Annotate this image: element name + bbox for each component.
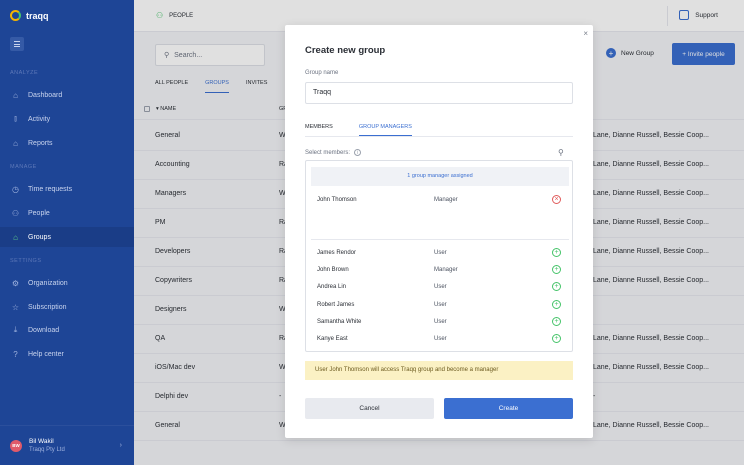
sidebar-item-label: Dashboard [28, 91, 63, 99]
chevron-right-icon[interactable]: › [120, 442, 122, 449]
activity-icon: ⫾ [14, 114, 17, 123]
home-icon: ⌂ [13, 90, 18, 100]
member-row[interactable]: John Brown Manager + [317, 263, 563, 280]
assigned-member-row: John Thomson Manager × [317, 193, 563, 210]
member-row[interactable]: James Rendor User + [317, 246, 563, 263]
star-icon: ☆ [11, 302, 20, 312]
add-icon[interactable]: + [552, 265, 561, 275]
sidebar-item-dashboard[interactable]: ⌂ Dashboard [0, 85, 134, 105]
sidebar-item-organization[interactable]: ⚙ Organization [0, 273, 134, 293]
help-icon: ? [13, 349, 18, 359]
member-name: Samantha White [317, 318, 362, 325]
member-role: User [434, 301, 447, 308]
remove-icon[interactable]: × [552, 195, 561, 204]
member-row[interactable]: Kanye East User + [317, 332, 563, 349]
tab-group-managers[interactable]: GROUP MANAGERS [358, 124, 412, 136]
brand[interactable]: traqq [10, 10, 49, 21]
section-settings: SETTINGS [10, 258, 42, 264]
gear-icon: ⚙ [11, 278, 20, 288]
sidebar-item-label: Organization [28, 279, 68, 287]
member-row[interactable]: Robert James User + [317, 298, 563, 315]
cancel-button[interactable]: Cancel [305, 398, 434, 419]
member-role: User [434, 318, 447, 325]
member-name: Andrea Lin [317, 284, 347, 291]
sidebar-item-label: Activity [28, 115, 51, 123]
divider [311, 239, 569, 240]
sidebar-item-label: Download [28, 326, 60, 334]
sidebar-item-label: People [28, 209, 50, 217]
member-name: Robert James [317, 301, 355, 308]
section-manage: MANAGE [10, 164, 37, 170]
add-icon[interactable]: + [552, 299, 561, 309]
create-button[interactable]: Create [444, 398, 573, 419]
group-name-label: Group name [305, 70, 339, 76]
member-name: Kanye East [317, 336, 348, 342]
sidebar-item-people[interactable]: ⚇ People [0, 203, 134, 223]
section-analyze: ANALYZE [10, 70, 39, 76]
menu-toggle-icon[interactable] [10, 37, 24, 51]
member-name: John Thomson [317, 197, 357, 203]
people-icon: ⚇ [11, 208, 20, 218]
sidebar-item-label: Time requests [28, 185, 73, 193]
member-name: John Brown [317, 267, 349, 274]
tab-members[interactable]: MEMBERS [305, 124, 333, 136]
member-row[interactable]: Samantha White User + [317, 315, 563, 332]
assigned-count: 1 group manager assigned [311, 167, 569, 186]
close-icon[interactable]: × [583, 29, 588, 38]
add-icon[interactable]: + [552, 334, 561, 343]
sidebar-item-label: Groups [28, 233, 51, 241]
reports-icon: ⌂ [13, 138, 18, 148]
search-icon[interactable]: ⚲ [558, 148, 564, 157]
sidebar-item-label: Subscription [28, 303, 67, 311]
avatar: BW [10, 439, 22, 452]
member-role: User [434, 336, 447, 342]
select-members-label: Select members: i [305, 149, 362, 156]
modal-title: Create new group [305, 45, 386, 56]
sidebar-item-time-requests[interactable]: ◷ Time requests [0, 179, 134, 199]
user-menu[interactable]: BW Bil Wakil Traqq Pty Ltd › [0, 425, 134, 465]
members-list[interactable]: 1 group manager assigned John Thomson Ma… [305, 160, 573, 352]
member-name: James Rendor [317, 250, 357, 256]
sidebar-item-reports[interactable]: ⌂ Reports [0, 133, 134, 153]
sidebar-item-groups[interactable]: ⌂ Groups [0, 227, 134, 247]
clock-icon: ◷ [12, 184, 19, 194]
sidebar-item-label: Reports [28, 139, 53, 147]
user-name: Bil Wakil [29, 438, 54, 445]
sidebar: traqq ANALYZE ⌂ Dashboard ⫾ Activity ⌂ R… [0, 0, 134, 465]
sidebar-item-subscription[interactable]: ☆ Subscription [0, 297, 134, 317]
groups-icon: ⌂ [13, 232, 18, 242]
member-role: User [434, 284, 447, 291]
member-row[interactable]: Andrea Lin User + [317, 280, 563, 297]
group-name-field[interactable]: Traqq [305, 82, 573, 104]
modal-tabs: MEMBERS GROUP MANAGERS [305, 124, 573, 137]
add-icon[interactable]: + [552, 351, 561, 352]
sidebar-item-label: Help center [28, 350, 64, 358]
sidebar-item-help-center[interactable]: ? Help center [0, 344, 134, 364]
add-icon[interactable]: + [552, 282, 561, 292]
member-role: Manager [434, 267, 458, 274]
user-company: Traqq Pty Ltd [29, 447, 65, 453]
info-icon[interactable]: i [354, 149, 362, 156]
brand-name: traqq [26, 10, 49, 21]
sidebar-item-activity[interactable]: ⫾ Activity [0, 109, 134, 129]
create-group-modal: × Create new group Group name Traqq MEMB… [285, 25, 593, 438]
sidebar-item-download[interactable]: ⤓ Download [0, 320, 134, 340]
add-icon[interactable]: + [552, 316, 561, 326]
download-icon: ⤓ [13, 325, 18, 334]
member-role: Manager [434, 197, 458, 203]
member-row[interactable]: Juju MilesUser+ [317, 349, 563, 352]
manager-notice: User John Thomson will access Traqq grou… [305, 361, 573, 380]
add-icon[interactable]: + [552, 248, 561, 257]
member-role: User [434, 250, 447, 256]
traqq-logo-icon [10, 10, 21, 21]
